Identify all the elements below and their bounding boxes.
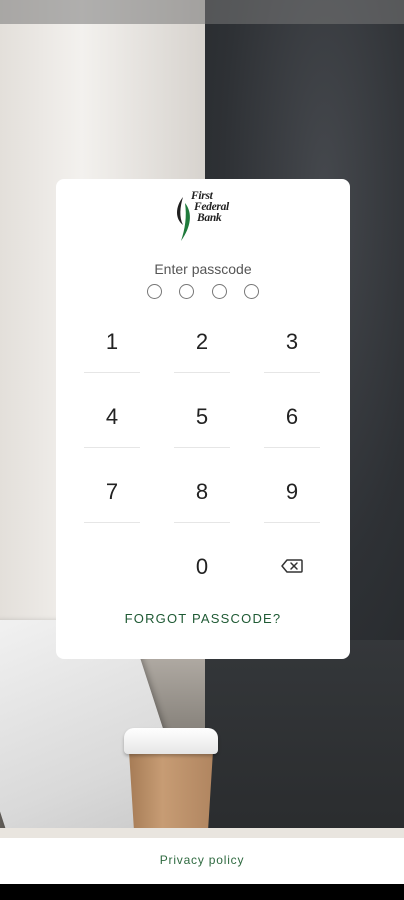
key-label: 5 xyxy=(195,404,209,429)
key-label: 4 xyxy=(105,404,119,429)
passcode-dot xyxy=(211,284,227,299)
key-label: 7 xyxy=(105,479,119,504)
background-table xyxy=(0,828,404,838)
key-label: 0 xyxy=(195,554,209,579)
passcode-dots xyxy=(147,284,259,300)
logo-wordmark: First Federal Bank xyxy=(191,190,241,224)
background-shadow xyxy=(205,640,404,838)
bank-logo: First Federal Bank xyxy=(173,190,241,247)
forgot-passcode-button[interactable]: FORGOT PASSCODE? xyxy=(56,611,350,626)
key-label: 2 xyxy=(195,329,209,354)
background-cup-lid xyxy=(124,728,218,754)
key-9[interactable]: 9 xyxy=(264,469,320,529)
logo-line-3: Bank xyxy=(197,212,222,224)
passcode-card: First Federal Bank Enter passcode 1 2 3 … xyxy=(56,179,350,659)
backspace-icon xyxy=(281,559,303,573)
privacy-policy-link[interactable]: Privacy policy xyxy=(0,853,404,867)
key-2[interactable]: 2 xyxy=(174,319,230,379)
footer-bar: Privacy policy xyxy=(0,838,404,884)
key-5[interactable]: 5 xyxy=(174,394,230,454)
system-nav-bar xyxy=(0,884,404,900)
key-6[interactable]: 6 xyxy=(264,394,320,454)
key-8[interactable]: 8 xyxy=(174,469,230,529)
key-7[interactable]: 7 xyxy=(84,469,140,529)
backspace-button[interactable] xyxy=(264,546,320,586)
leaf-icon xyxy=(177,197,190,241)
passcode-dot xyxy=(179,284,195,299)
passcode-dot xyxy=(147,284,162,299)
key-label: 6 xyxy=(285,404,299,429)
key-4[interactable]: 4 xyxy=(84,394,140,454)
status-bar xyxy=(0,0,404,24)
key-label: 9 xyxy=(285,479,299,504)
key-label: 8 xyxy=(195,479,209,504)
passcode-prompt: Enter passcode xyxy=(154,261,252,277)
passcode-dot xyxy=(243,284,259,299)
key-label: 3 xyxy=(285,329,299,354)
key-3[interactable]: 3 xyxy=(264,319,320,379)
key-1[interactable]: 1 xyxy=(84,319,140,379)
key-0[interactable]: 0 xyxy=(174,544,230,604)
key-label: 1 xyxy=(105,329,119,354)
